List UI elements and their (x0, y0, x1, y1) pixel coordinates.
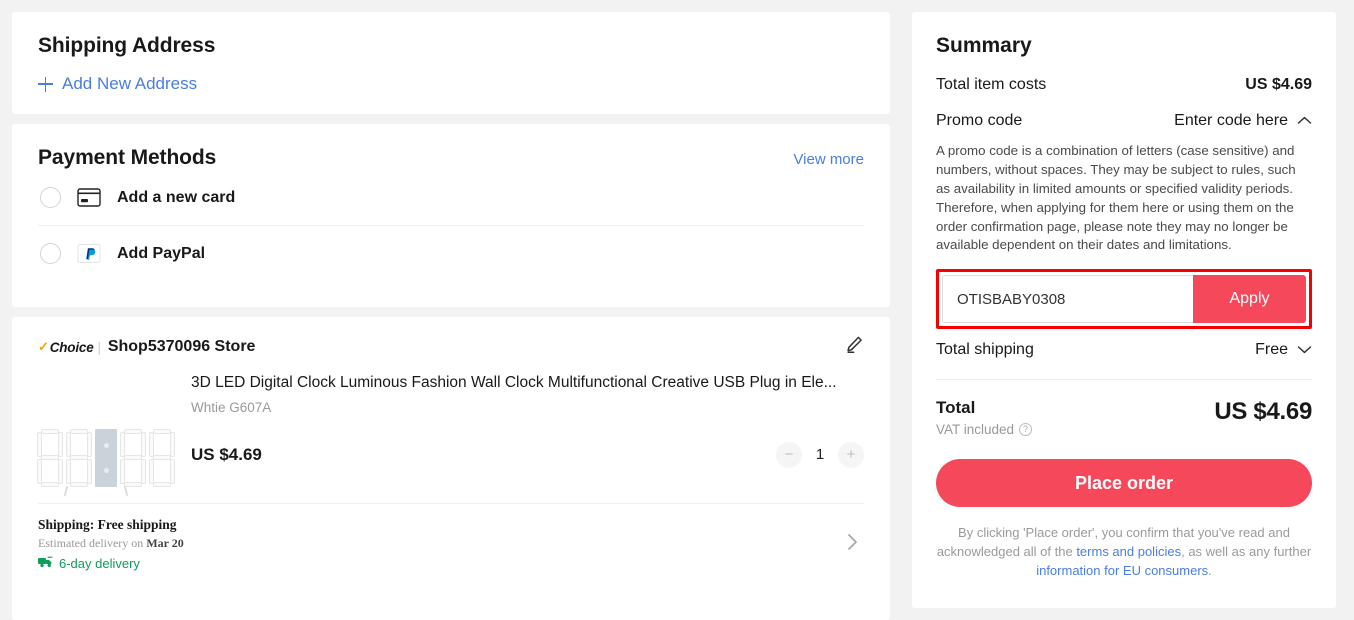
disclaimer-text-3: . (1208, 563, 1212, 578)
quantity-value: 1 (815, 446, 825, 463)
apply-promo-button[interactable]: Apply (1193, 275, 1306, 323)
total-shipping-value: Free (1255, 341, 1288, 359)
total-item-costs-row: Total item costs US $4.69 (936, 76, 1312, 94)
product-variant: Whtie G607A (191, 400, 864, 415)
clock-stand (65, 486, 145, 496)
product-row: 3D LED Digital Clock Luminous Fashion Wa… (38, 359, 864, 503)
vat-label: VAT included (936, 422, 1014, 437)
shipping-address-card: Shipping Address Add New Address (12, 12, 890, 114)
product-thumbnail[interactable] (38, 407, 173, 487)
clock-digit (120, 429, 146, 487)
store-header: ✓ Choice | Shop5370096 Store (38, 335, 864, 359)
clock-digit (37, 429, 63, 487)
led-clock-image (37, 429, 175, 487)
promo-code-toggle[interactable]: Enter code here (1174, 112, 1312, 130)
promo-code-form: Apply (942, 275, 1306, 323)
clock-digit (66, 429, 92, 487)
truck-icon (38, 556, 53, 571)
disclaimer-text-2: , as well as any further (1181, 544, 1311, 559)
total-item-costs-label: Total item costs (936, 76, 1046, 94)
promo-code-row: Promo code Enter code here (936, 112, 1312, 130)
quantity-increase-button[interactable]: + (838, 442, 864, 468)
shipping-address-title: Shipping Address (38, 34, 864, 58)
terms-and-policies-link[interactable]: terms and policies (1076, 544, 1181, 559)
right-column: Summary Total item costs US $4.69 Promo … (912, 12, 1336, 620)
chevron-up-icon (1297, 112, 1312, 130)
total-amount: US $4.69 (1214, 398, 1312, 426)
clock-digit (149, 429, 175, 487)
quantity-decrease-button[interactable]: − (776, 442, 802, 468)
summary-title: Summary (936, 34, 1312, 58)
payment-option-paypal[interactable]: Add PayPal (38, 225, 864, 281)
chevron-down-icon (1297, 341, 1312, 359)
paypal-icon (77, 244, 101, 263)
vat-note: VAT included ? (936, 422, 1032, 437)
delivery-speed-label: 6-day delivery (59, 556, 140, 571)
total-item-costs-value: US $4.69 (1245, 76, 1312, 94)
badge-separator: | (98, 340, 101, 355)
store-product-card: ✓ Choice | Shop5370096 Store (12, 317, 890, 620)
plus-icon (38, 77, 53, 92)
shipping-info-row[interactable]: Shipping: Free shipping Estimated delive… (38, 503, 864, 587)
shipping-info: Shipping: Free shipping Estimated delive… (38, 517, 847, 571)
payment-methods-title: Payment Methods (38, 146, 216, 170)
payment-option-new-card[interactable]: Add a new card (38, 170, 864, 225)
total-row: Total VAT included ? US $4.69 (936, 398, 1312, 437)
eu-consumers-link[interactable]: information for EU consumers (1036, 563, 1208, 578)
choice-badge-label: Choice (50, 340, 94, 355)
summary-divider (936, 379, 1312, 380)
payment-methods-header: Payment Methods View more (38, 146, 864, 170)
promo-code-description: A promo code is a combination of letters… (936, 142, 1312, 255)
promo-code-label: Promo code (936, 112, 1022, 130)
radio-new-card[interactable] (40, 187, 61, 208)
total-shipping-label: Total shipping (936, 341, 1034, 359)
total-shipping-toggle[interactable]: Free (1255, 341, 1312, 359)
check-icon: ✓ (38, 339, 49, 355)
product-price-row: US $4.69 − 1 + (191, 442, 864, 468)
clock-center-plate (95, 429, 117, 487)
promo-code-highlight: Apply (936, 269, 1312, 329)
total-label: Total (936, 398, 1032, 418)
add-new-address-label: Add New Address (62, 74, 197, 94)
promo-code-input[interactable] (942, 275, 1193, 323)
shipping-method: Shipping: Free shipping (38, 517, 847, 533)
quantity-stepper: − 1 + (776, 442, 864, 468)
view-more-link[interactable]: View more (793, 151, 864, 168)
choice-badge: ✓ Choice | (38, 339, 108, 355)
product-price: US $4.69 (191, 445, 262, 465)
add-new-address-button[interactable]: Add New Address (38, 74, 864, 94)
product-title[interactable]: 3D LED Digital Clock Luminous Fashion Wa… (191, 373, 864, 394)
summary-card: Summary Total item costs US $4.69 Promo … (912, 12, 1336, 608)
chevron-right-icon[interactable] (847, 533, 864, 556)
left-column: Shipping Address Add New Address Payment… (12, 12, 890, 620)
product-info: 3D LED Digital Clock Luminous Fashion Wa… (191, 371, 864, 487)
radio-paypal[interactable] (40, 243, 61, 264)
pencil-icon[interactable] (845, 335, 864, 359)
promo-toggle-label: Enter code here (1174, 112, 1288, 130)
store-name[interactable]: Shop5370096 Store (108, 338, 256, 356)
payment-methods-card: Payment Methods View more Add a new card (12, 124, 890, 307)
estimated-delivery: Estimated delivery on Mar 20 (38, 536, 847, 551)
place-order-button[interactable]: Place order (936, 459, 1312, 507)
help-icon[interactable]: ? (1019, 423, 1032, 436)
credit-card-icon (77, 188, 101, 207)
payment-option-label: Add a new card (117, 189, 235, 207)
total-shipping-row: Total shipping Free (936, 341, 1312, 359)
estimated-delivery-date: Mar 20 (146, 536, 183, 550)
payment-option-label: Add PayPal (117, 245, 205, 263)
estimated-delivery-prefix: Estimated delivery on (38, 536, 146, 550)
checkout-page: Shipping Address Add New Address Payment… (0, 0, 1354, 620)
delivery-speed: 6-day delivery (38, 556, 847, 571)
order-disclaimer: By clicking 'Place order', you confirm t… (936, 524, 1312, 581)
total-left: Total VAT included ? (936, 398, 1032, 437)
